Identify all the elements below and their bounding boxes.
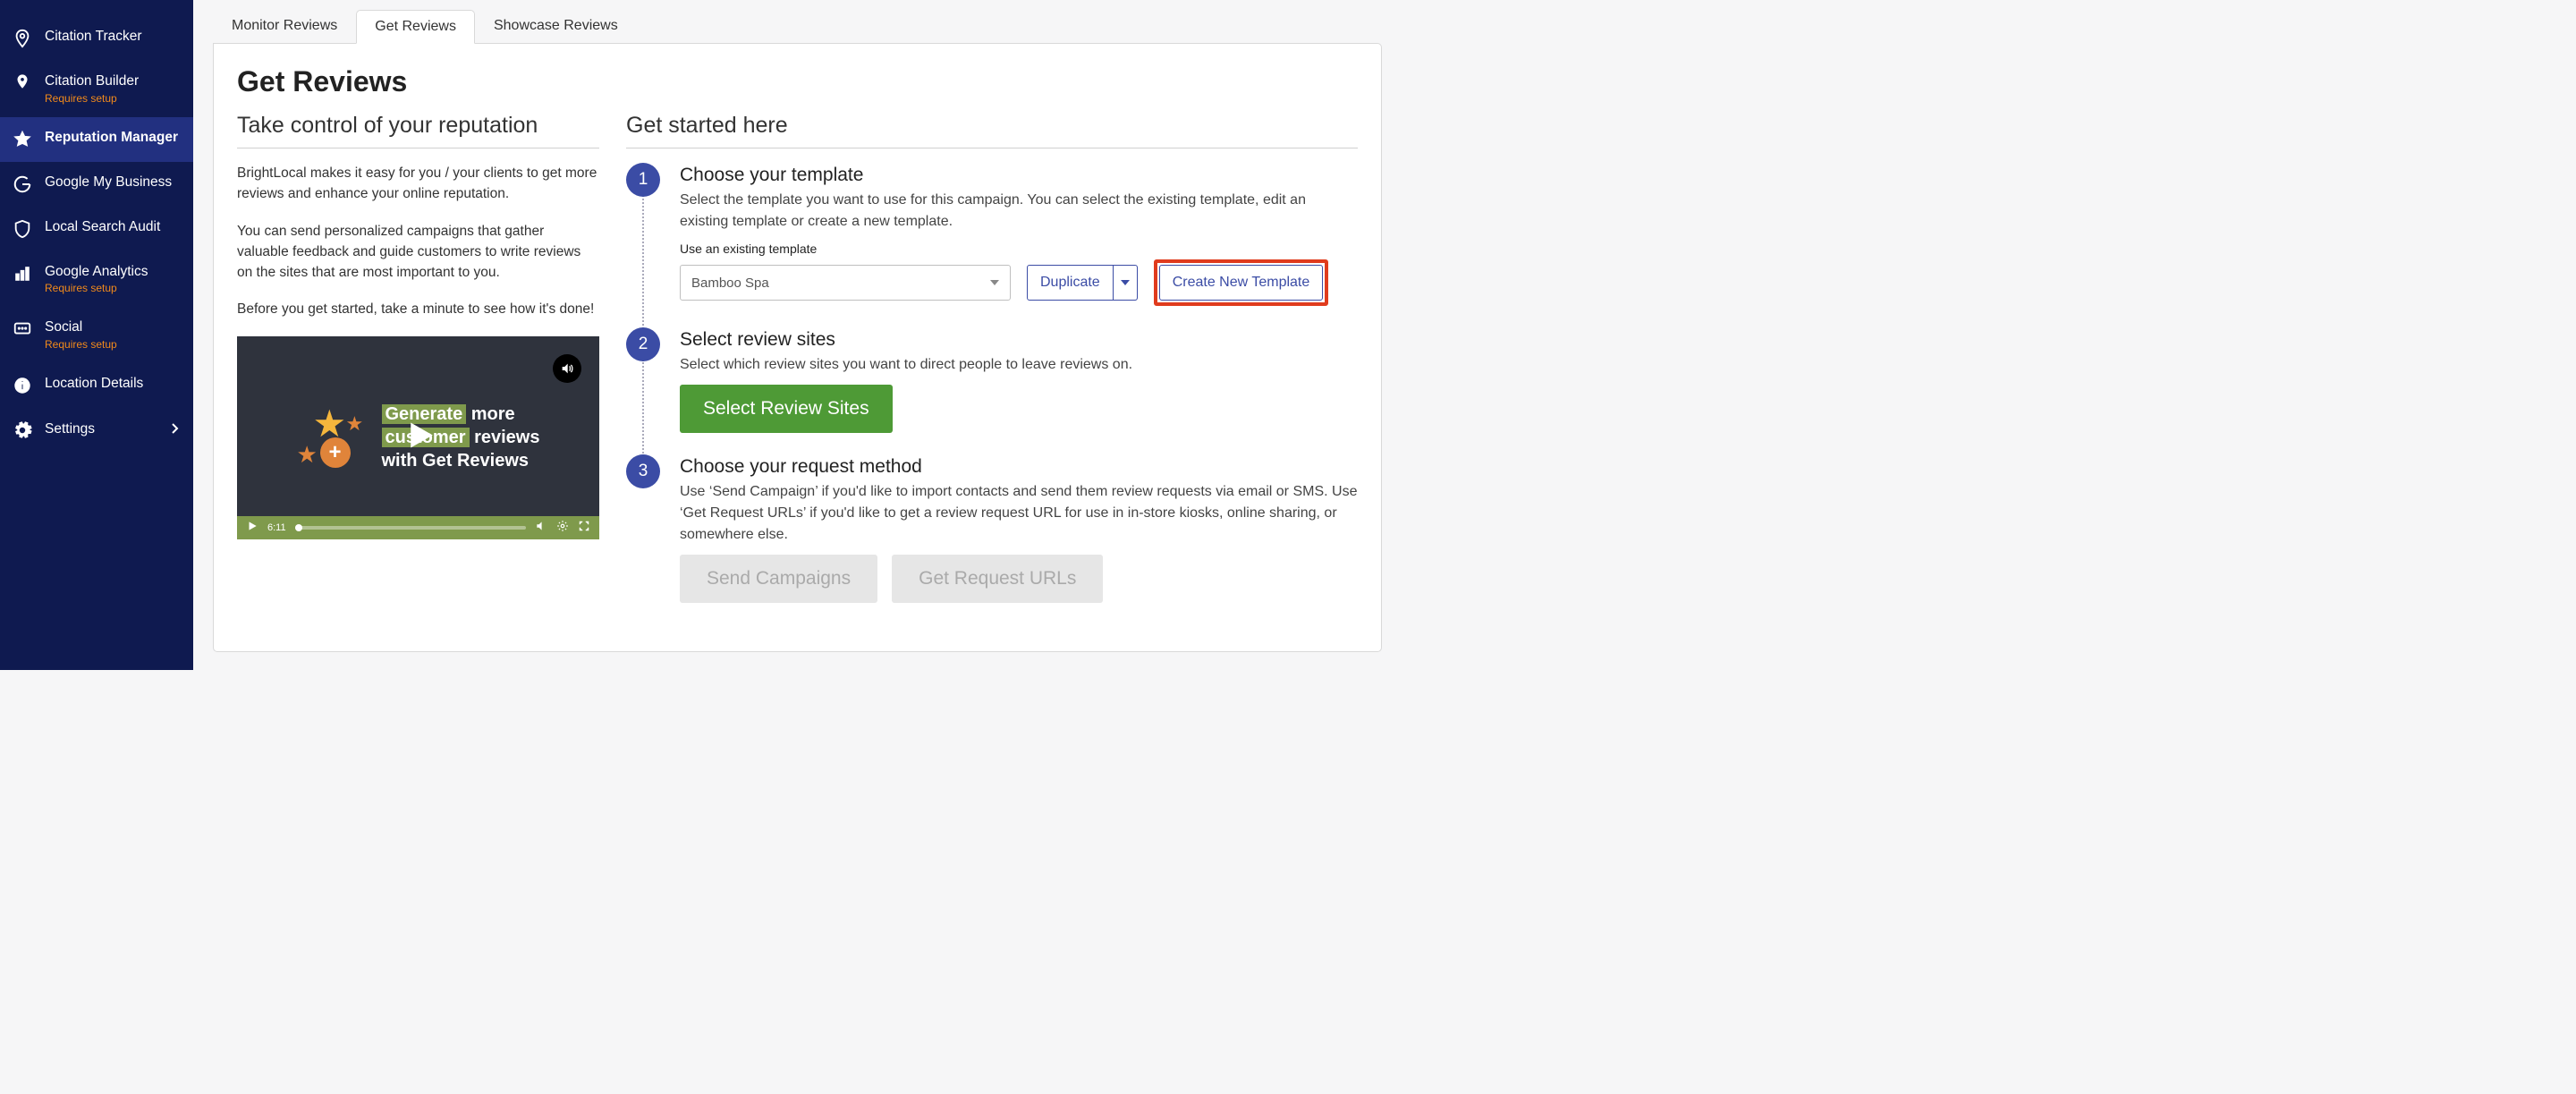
step-1: 1 Choose your template Select the templa…	[626, 163, 1358, 327]
nav-google-my-business[interactable]: Google My Business	[0, 162, 193, 207]
template-select[interactable]: Bamboo Spa	[680, 265, 1011, 301]
step-title: Choose your template	[680, 165, 1358, 186]
nav-requires-setup: Requires setup	[45, 92, 139, 105]
nav-citation-builder[interactable]: Citation Builder Requires setup	[0, 61, 193, 117]
step-2: 2 Select review sites Select which revie…	[626, 327, 1358, 454]
template-field-label: Use an existing template	[680, 242, 1358, 256]
progress-bar[interactable]	[295, 526, 526, 530]
nav-social[interactable]: Social Requires setup	[0, 307, 193, 363]
get-request-urls-button[interactable]: Get Request URLs	[892, 555, 1103, 603]
chevron-right-icon	[170, 422, 179, 438]
nav-google-analytics[interactable]: Google Analytics Requires setup	[0, 251, 193, 308]
select-review-sites-button[interactable]: Select Review Sites	[680, 385, 893, 433]
step-desc: Select which review sites you want to di…	[680, 354, 1358, 376]
main-content: Monitor Reviews Get Reviews Showcase Rev…	[193, 0, 1400, 670]
play-small-icon[interactable]	[246, 520, 258, 535]
volume-icon[interactable]	[535, 520, 547, 535]
bar-chart-icon	[13, 264, 32, 284]
intro-para-1: BrightLocal makes it easy for you / your…	[237, 163, 599, 205]
nav-label: Reputation Manager	[45, 130, 178, 147]
gear-icon	[13, 420, 32, 440]
sidebar: Citation Tracker Citation Builder Requir…	[0, 0, 193, 670]
panel: Get Reviews Take control of your reputat…	[213, 43, 1382, 652]
duplicate-dropdown[interactable]	[1114, 265, 1138, 301]
nav-settings[interactable]: Settings	[0, 408, 193, 453]
tab-monitor-reviews[interactable]: Monitor Reviews	[213, 9, 356, 43]
step-number: 1	[626, 163, 660, 197]
nav-label: Location Details	[45, 376, 143, 393]
step-number: 3	[626, 454, 660, 488]
step-3: 3 Choose your request method Use ‘Send C…	[626, 454, 1358, 624]
tab-showcase-reviews[interactable]: Showcase Reviews	[475, 9, 637, 43]
step-number: 2	[626, 327, 660, 361]
step-desc: Select the template you want to use for …	[680, 190, 1358, 233]
play-icon[interactable]	[400, 417, 437, 459]
intro-para-2: You can send personalized campaigns that…	[237, 221, 599, 284]
nav-label: Social	[45, 319, 117, 336]
tabs: Monitor Reviews Get Reviews Showcase Rev…	[213, 9, 1382, 43]
star-icon	[13, 130, 32, 149]
nav-requires-setup: Requires setup	[45, 338, 117, 351]
stars-graphic: ★★★ +	[297, 402, 373, 473]
gear-icon[interactable]	[556, 520, 569, 535]
info-icon	[13, 376, 32, 395]
google-icon	[13, 174, 32, 194]
chevron-down-icon	[990, 280, 999, 285]
nav-reputation-manager[interactable]: Reputation Manager	[0, 117, 193, 162]
step-desc: Use ‘Send Campaign’ if you'd like to imp…	[680, 481, 1358, 546]
nav-location-details[interactable]: Location Details	[0, 363, 193, 408]
nav-local-search-audit[interactable]: Local Search Audit	[0, 207, 193, 251]
nav-label: Google Analytics	[45, 264, 148, 281]
nav-label: Settings	[45, 421, 95, 438]
map-pin-icon	[13, 29, 32, 48]
video-time: 6:11	[267, 522, 286, 533]
nav-label: Citation Builder	[45, 73, 139, 90]
shield-icon	[13, 219, 32, 239]
nav-label: Citation Tracker	[45, 29, 142, 46]
video-controls[interactable]: 6:11	[237, 516, 599, 539]
send-campaigns-button[interactable]: Send Campaigns	[680, 555, 877, 603]
nav-citation-tracker[interactable]: Citation Tracker	[0, 16, 193, 61]
create-new-template-button[interactable]: Create New Template	[1159, 265, 1324, 301]
template-selected: Bamboo Spa	[691, 276, 769, 291]
right-heading: Get started here	[626, 113, 1358, 139]
intro-para-3: Before you get started, take a minute to…	[237, 299, 599, 319]
nav-label: Local Search Audit	[45, 219, 160, 236]
step-title: Select review sites	[680, 329, 1358, 351]
map-marker-icon	[13, 73, 32, 93]
nav-requires-setup: Requires setup	[45, 282, 148, 294]
nav-label: Google My Business	[45, 174, 172, 191]
page-title: Get Reviews	[237, 65, 1358, 98]
chat-icon	[13, 319, 32, 339]
duplicate-button[interactable]: Duplicate	[1027, 265, 1114, 301]
fullscreen-icon[interactable]	[578, 520, 590, 535]
step-title: Choose your request method	[680, 456, 1358, 478]
left-heading: Take control of your reputation	[237, 113, 599, 139]
video-thumbnail[interactable]: ★★★ + Generate more customer reviews wit…	[237, 336, 599, 539]
duplicate-split-button: Duplicate	[1027, 265, 1138, 301]
tab-get-reviews[interactable]: Get Reviews	[356, 10, 475, 44]
create-template-highlight: Create New Template	[1154, 259, 1329, 306]
